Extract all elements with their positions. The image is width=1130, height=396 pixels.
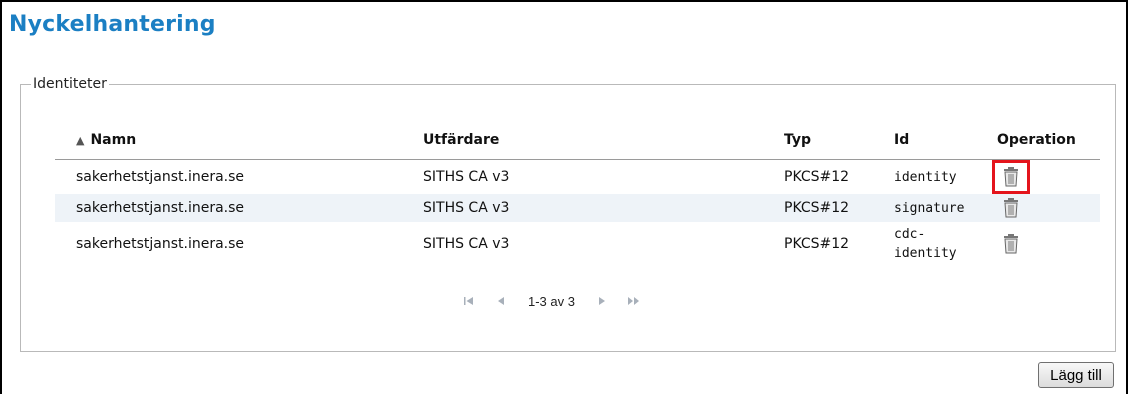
add-button[interactable]: Lägg till <box>1038 362 1114 388</box>
table-row[interactable]: sakerhetstjanst.inera.se SITHS CA v3 PKC… <box>55 222 1100 266</box>
column-header-name-label: Namn <box>90 132 137 148</box>
next-page-icon <box>598 297 605 305</box>
cell-id: identity <box>894 159 994 194</box>
cell-type: PKCS#12 <box>784 194 894 222</box>
column-header-name[interactable]: ▲ Namn <box>55 121 423 160</box>
column-header-issuer[interactable]: Utfärdare <box>423 121 784 160</box>
first-page-button[interactable] <box>460 292 478 310</box>
cell-type: PKCS#12 <box>784 159 894 194</box>
last-page-icon <box>627 297 639 305</box>
cell-type: PKCS#12 <box>784 222 894 266</box>
delete-button[interactable] <box>997 195 1025 221</box>
identities-table: ▲ Namn Utfärdare Typ Id Operation sakerhe… <box>55 121 1100 266</box>
column-header-operation: Operation <box>994 121 1100 160</box>
delete-button[interactable] <box>992 160 1030 194</box>
sort-ascending-icon: ▲ <box>76 134 85 147</box>
cell-name: sakerhetstjanst.inera.se <box>55 222 423 266</box>
page-title: Nyckelhantering <box>9 12 216 37</box>
trash-icon <box>1004 197 1018 217</box>
cell-issuer: SITHS CA v3 <box>423 159 784 194</box>
trash-icon <box>1004 167 1018 187</box>
identities-legend: Identiteter <box>33 76 107 92</box>
cell-operation <box>994 222 1100 266</box>
first-page-icon <box>464 297 473 305</box>
next-page-button[interactable] <box>593 292 611 310</box>
prev-page-icon <box>498 297 504 305</box>
pagination-status: 1-3 av 3 <box>528 293 575 309</box>
trash-icon <box>1004 233 1018 253</box>
last-page-button[interactable] <box>625 292 643 310</box>
cell-issuer: SITHS CA v3 <box>423 194 784 222</box>
table-row[interactable]: sakerhetstjanst.inera.se SITHS CA v3 PKC… <box>55 194 1100 222</box>
prev-page-button[interactable] <box>492 292 510 310</box>
cell-operation <box>992 159 1100 194</box>
cell-operation <box>994 194 1100 222</box>
cell-id: cdc- identity <box>894 222 994 266</box>
cell-id-text: cdc- identity <box>894 225 957 263</box>
cell-id: signature <box>894 194 994 222</box>
table-row[interactable]: sakerhetstjanst.inera.se SITHS CA v3 PKC… <box>55 159 1100 194</box>
table-header-row: ▲ Namn Utfärdare Typ Id Operation <box>55 121 1100 160</box>
cell-name: sakerhetstjanst.inera.se <box>55 194 423 222</box>
cell-issuer: SITHS CA v3 <box>423 222 784 266</box>
cell-id-line1: cdc- <box>894 227 926 242</box>
column-header-type[interactable]: Typ <box>784 121 894 160</box>
delete-button[interactable] <box>997 231 1025 257</box>
column-header-id[interactable]: Id <box>894 121 994 160</box>
cell-id-line2: identity <box>894 246 957 261</box>
pagination: 1-3 av 3 <box>460 290 657 312</box>
cell-name: sakerhetstjanst.inera.se <box>55 159 423 194</box>
